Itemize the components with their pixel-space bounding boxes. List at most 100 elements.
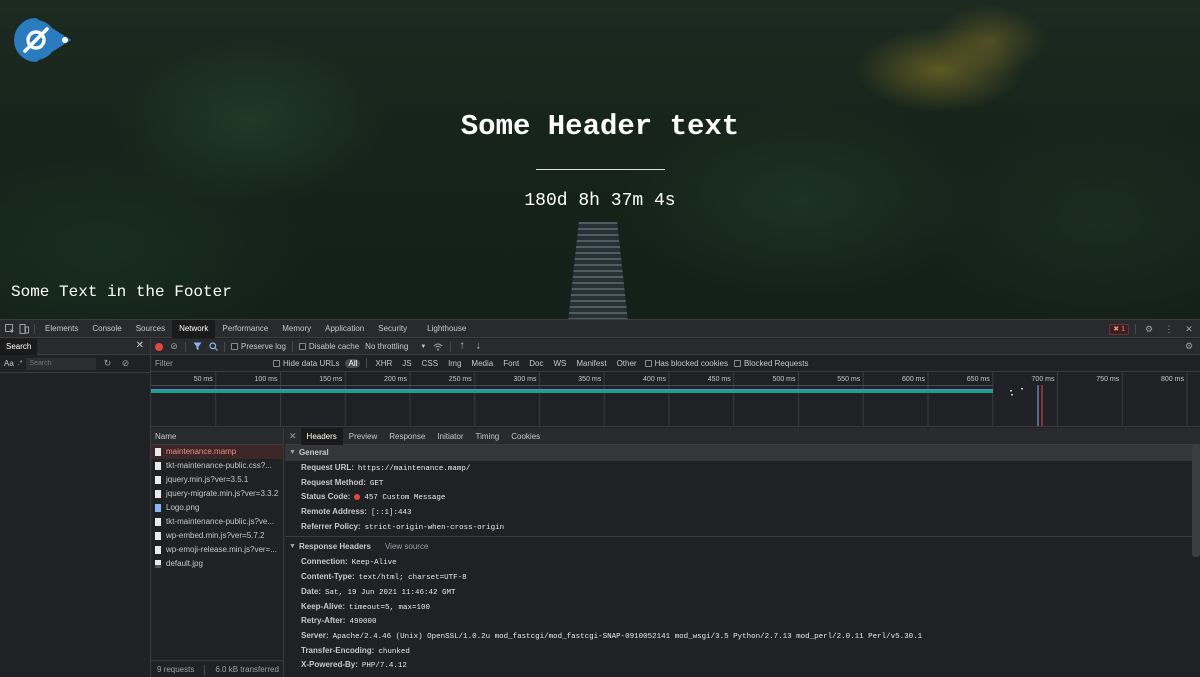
has-blocked-cookies-checkbox[interactable]: Has blocked cookies bbox=[644, 359, 728, 368]
tab-cookies[interactable]: Cookies bbox=[505, 428, 546, 445]
filter-type-doc[interactable]: Doc bbox=[527, 359, 545, 368]
header-row: Server: Apache/2.4.46 (Unix) OpenSSL/1.0.… bbox=[285, 629, 1200, 644]
details-scrollbar[interactable] bbox=[1192, 445, 1200, 557]
filter-type-ws[interactable]: WS bbox=[551, 359, 568, 368]
tab-application[interactable]: Application bbox=[318, 320, 371, 338]
settings-gear-icon[interactable]: ⚙ bbox=[1142, 322, 1156, 336]
header-key: Request Method: bbox=[301, 477, 366, 487]
general-section-header[interactable]: ▼ General bbox=[285, 445, 1200, 461]
network-toolbar: ⊘ Preserve log Disable cache No throttli… bbox=[151, 339, 1200, 355]
network-settings-gear-icon[interactable]: ⚙ bbox=[1182, 340, 1196, 354]
network-timeline-overview[interactable]: 50 ms 100 ms 150 ms 200 ms 250 ms 300 ms 350 m… bbox=[151, 372, 1200, 427]
timeline-tick-label: 650 ms bbox=[967, 376, 990, 383]
export-har-icon[interactable]: ⭣ bbox=[473, 340, 483, 354]
filter-type-js[interactable]: JS bbox=[400, 359, 413, 368]
response-headers-section-header[interactable]: ▼ Response Headers View source bbox=[285, 539, 1200, 555]
details-tab-bar: ✕ Headers Preview Response Initiator Tim… bbox=[285, 428, 1200, 445]
checkbox[interactable] bbox=[644, 359, 652, 367]
blocked-requests-checkbox[interactable]: Blocked Requests bbox=[733, 359, 808, 368]
tab-initiator[interactable]: Initiator bbox=[431, 428, 469, 445]
clear-icon[interactable]: ⊘ bbox=[118, 357, 132, 371]
request-row[interactable]: Logo.png bbox=[151, 501, 283, 515]
timeline-tick-label: 750 ms bbox=[1096, 376, 1119, 383]
request-row[interactable]: tkt-maintenance-public.css?... bbox=[151, 459, 283, 473]
inspect-element-icon[interactable] bbox=[3, 322, 17, 336]
clear-log-icon[interactable]: ⊘ bbox=[169, 340, 179, 354]
record-icon[interactable] bbox=[155, 342, 163, 351]
tab-elements[interactable]: Elements bbox=[38, 320, 85, 338]
page-viewport: Some Header text 180d 8h 37m 4s Some Tex… bbox=[0, 0, 1200, 319]
filter-type-font[interactable]: Font bbox=[501, 359, 521, 368]
regex-toggle[interactable]: .* bbox=[18, 360, 23, 367]
request-row[interactable]: jquery-migrate.min.js?ver=3.3.2 bbox=[151, 487, 283, 501]
toolbar-divider bbox=[204, 664, 206, 675]
tab-headers[interactable]: Headers bbox=[300, 428, 343, 445]
filter-type-other[interactable]: Other bbox=[615, 359, 639, 368]
request-row[interactable]: default.jpg bbox=[151, 557, 283, 571]
header-value: PHP/7.4.12 bbox=[361, 662, 407, 671]
header-row: Status Code: 457 Custom Message bbox=[285, 490, 1200, 505]
tab-response[interactable]: Response bbox=[383, 428, 431, 445]
request-row[interactable]: maintenance.mamp bbox=[151, 445, 283, 459]
network-conditions-icon[interactable] bbox=[432, 340, 444, 354]
request-row[interactable]: jquery.min.js?ver=3.5.1 bbox=[151, 473, 283, 487]
disable-cache-checkbox[interactable]: Disable cache bbox=[298, 342, 359, 351]
more-options-icon[interactable]: ⋮ bbox=[1162, 322, 1176, 336]
request-name: wp-emoji-release.min.js?ver=... bbox=[166, 545, 277, 554]
response-headers-section: Connection: Keep-Alive Content-Type: text/h… bbox=[285, 555, 1200, 673]
tab-network[interactable]: Network bbox=[172, 319, 216, 338]
tab-lighthouse[interactable]: Lighthouse bbox=[420, 320, 473, 338]
tab-memory[interactable]: Memory bbox=[275, 320, 318, 338]
request-row[interactable]: wp-embed.min.js?ver=5.7.2 bbox=[151, 529, 283, 543]
filter-type-img[interactable]: Img bbox=[446, 359, 463, 368]
timeline-divider bbox=[151, 385, 993, 386]
preserve-log-checkbox[interactable]: Preserve log bbox=[231, 342, 286, 351]
tab-console[interactable]: Console bbox=[85, 320, 128, 338]
timeline-tick-label: 400 ms bbox=[643, 376, 666, 383]
header-key: Server: bbox=[301, 630, 329, 640]
close-details-icon[interactable]: ✕ bbox=[289, 431, 297, 442]
throttling-select[interactable]: No throttling ▼ bbox=[365, 342, 426, 351]
tab-preview[interactable]: Preview bbox=[343, 428, 383, 445]
search-input[interactable] bbox=[26, 357, 97, 370]
document-icon bbox=[155, 532, 161, 540]
request-row[interactable]: wp-emoji-release.min.js?ver=... bbox=[151, 543, 283, 557]
header-key: Remote Address: bbox=[301, 507, 367, 517]
caret-down-icon: ▼ bbox=[289, 449, 296, 456]
close-icon[interactable]: ✕ bbox=[136, 340, 144, 351]
timeline-tick-label: 250 ms bbox=[449, 376, 472, 383]
error-count-badge[interactable]: ✖ 1 bbox=[1109, 323, 1129, 335]
search-icon[interactable] bbox=[208, 340, 218, 354]
filter-type-media[interactable]: Media bbox=[469, 359, 495, 368]
tab-performance[interactable]: Performance bbox=[215, 320, 275, 338]
request-row[interactable]: tkt-maintenance-public.js?ve... bbox=[151, 515, 283, 529]
request-name: jquery-migrate.min.js?ver=3.3.2 bbox=[166, 489, 279, 498]
checkbox[interactable] bbox=[273, 359, 280, 367]
filter-input[interactable]: Filter bbox=[155, 359, 267, 368]
search-tab[interactable]: Search bbox=[0, 339, 38, 355]
filter-icon[interactable] bbox=[192, 340, 202, 354]
tab-sources[interactable]: Sources bbox=[129, 320, 172, 338]
request-name: wp-embed.min.js?ver=5.7.2 bbox=[166, 531, 265, 540]
device-toolbar-icon[interactable] bbox=[17, 322, 31, 336]
checkbox[interactable] bbox=[231, 343, 238, 350]
header-value: 457 Custom Message bbox=[364, 494, 446, 503]
filter-type-css[interactable]: CSS bbox=[420, 359, 440, 368]
import-har-icon[interactable]: ⭡ bbox=[457, 340, 467, 354]
refresh-icon[interactable]: ↻ bbox=[100, 357, 114, 371]
tab-security[interactable]: Security bbox=[371, 320, 414, 338]
close-devtools-icon[interactable]: ✕ bbox=[1182, 322, 1196, 336]
tab-timing[interactable]: Timing bbox=[470, 428, 506, 445]
filter-type-xhr[interactable]: XHR bbox=[373, 359, 394, 368]
name-column-header[interactable]: Name bbox=[151, 428, 283, 445]
hide-data-urls-checkbox[interactable]: Hide data URLs bbox=[273, 359, 339, 368]
checkbox[interactable] bbox=[298, 343, 306, 350]
section-divider bbox=[285, 536, 1200, 538]
view-source-link[interactable]: View source bbox=[385, 539, 428, 555]
match-case-toggle[interactable]: Aa bbox=[4, 359, 14, 368]
header-key: X-Powered-By: bbox=[301, 660, 358, 670]
footer-text: Some Text in the Footer bbox=[11, 283, 232, 301]
checkbox[interactable] bbox=[733, 359, 741, 367]
filter-type-all[interactable]: All bbox=[345, 358, 361, 368]
filter-type-manifest[interactable]: Manifest bbox=[574, 359, 608, 368]
